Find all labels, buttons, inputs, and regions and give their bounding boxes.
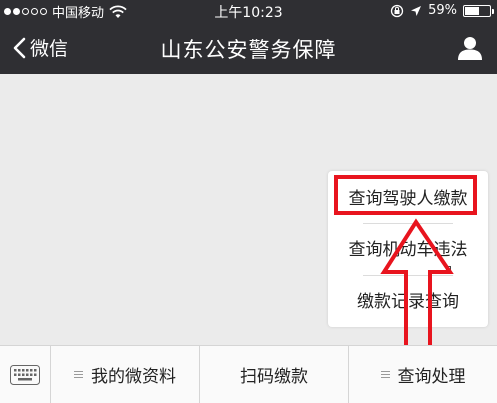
keyboard-icon	[10, 364, 40, 385]
wechat-official-account-screen: 中国移动 上午10:23 59% 微信 山东公安警务保障 查询驾驶人缴款 查询机…	[0, 0, 497, 403]
menu-lines-icon	[380, 371, 390, 378]
status-bar: 中国移动 上午10:23 59%	[0, 0, 497, 22]
keyboard-toggle-button[interactable]	[0, 346, 50, 403]
bottom-menu-label: 扫码缴款	[240, 367, 308, 387]
bottom-menu-label: 我的微资料	[91, 367, 176, 387]
menu-item-vehicle-violation-query[interactable]: 查询机动车违法	[328, 224, 488, 276]
battery-icon	[463, 4, 494, 17]
menu-lines-icon	[74, 371, 83, 378]
user-icon[interactable]	[457, 35, 483, 61]
menu-item-payment-record-query[interactable]: 缴款记录查询	[328, 276, 488, 328]
bottom-menu-bar: 我的微资料 扫码缴款 查询处理	[0, 345, 497, 403]
orientation-lock-icon	[390, 4, 404, 17]
bottom-menu-my-profile[interactable]: 我的微资料	[51, 346, 199, 403]
nav-bar: 微信 山东公安警务保障	[0, 22, 497, 74]
battery-fill	[465, 6, 480, 15]
bottom-menu-scan-pay[interactable]: 扫码缴款	[200, 346, 348, 403]
battery-percent: 59%	[428, 3, 457, 18]
bottom-menu-query-process[interactable]: 查询处理	[349, 346, 497, 403]
location-arrow-icon	[411, 5, 422, 16]
popup-submenu: 查询驾驶人缴款 查询机动车违法 缴款记录查询	[328, 171, 488, 327]
bottom-menu-label: 查询处理	[397, 367, 466, 387]
page-title: 山东公安警务保障	[160, 38, 337, 62]
status-right: 59%	[390, 3, 494, 18]
menu-item-driver-payment-query[interactable]: 查询驾驶人缴款	[328, 173, 488, 225]
cursor-marker	[446, 266, 451, 271]
